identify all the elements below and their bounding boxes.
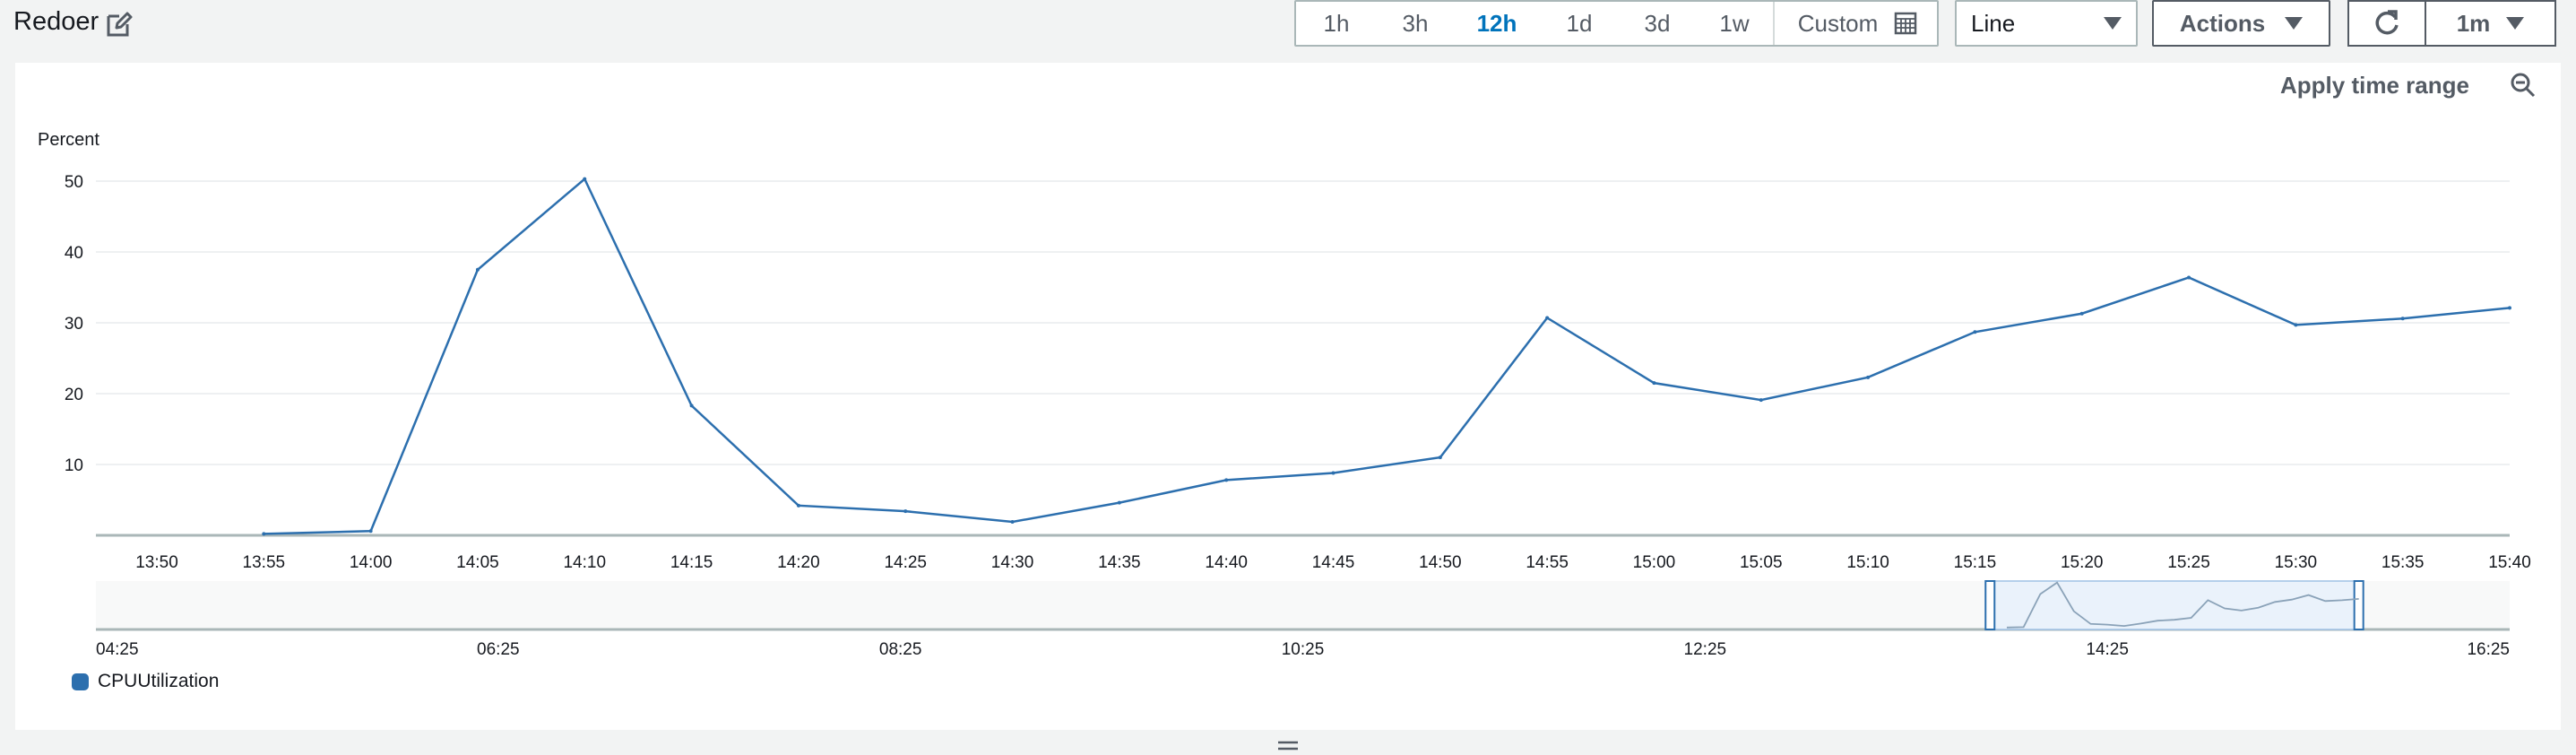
x-tick-label: 15:30 — [2275, 553, 2318, 572]
data-point[interactable] — [1759, 398, 1763, 403]
data-point[interactable] — [2079, 311, 2084, 316]
x-tick-label: 15:15 — [1954, 553, 1997, 572]
data-point[interactable] — [689, 404, 694, 408]
y-tick-label: 30 — [65, 315, 83, 334]
x-tick-label: 14:35 — [1098, 553, 1141, 572]
overview-tick-label: 08:25 — [879, 640, 922, 659]
x-tick-label: 14:50 — [1419, 553, 1462, 572]
data-point[interactable] — [1866, 375, 1871, 379]
data-point[interactable] — [1652, 381, 1656, 386]
data-point[interactable] — [903, 509, 908, 514]
x-tick-label: 15:10 — [1846, 553, 1889, 572]
overview-tick-label: 12:25 — [1684, 640, 1727, 659]
x-tick-label: 13:50 — [135, 553, 178, 572]
x-tick-label: 14:40 — [1205, 553, 1248, 572]
x-tick-label: 15:00 — [1633, 553, 1676, 572]
x-tick-label: 14:30 — [991, 553, 1034, 572]
legend-swatch — [72, 673, 89, 690]
cpu-utilization-chart: Percent 10 20 30 40 50 13:50 13:55 14:00 14:05 1… — [38, 130, 2531, 659]
data-point[interactable] — [1117, 500, 1121, 505]
overview-left-handle[interactable] — [1984, 580, 1996, 630]
x-tick-label: 13:55 — [243, 553, 286, 572]
data-point[interactable] — [368, 529, 373, 534]
data-point[interactable] — [2294, 323, 2298, 327]
overview-tick-label: 14:25 — [2086, 640, 2129, 659]
legend-label: CPUUtilization — [98, 671, 220, 691]
x-tick-label: 15:35 — [2382, 553, 2425, 572]
y-tick-label: 10 — [65, 456, 83, 475]
x-tick-label: 14:15 — [670, 553, 713, 572]
x-tick-label: 14:45 — [1312, 553, 1355, 572]
data-point[interactable] — [2508, 306, 2511, 310]
x-tick-label: 15:20 — [2061, 553, 2104, 572]
data-point[interactable] — [1224, 478, 1229, 482]
x-tick-label: 14:55 — [1526, 553, 1569, 572]
y-tick-label: 50 — [65, 173, 83, 192]
data-point[interactable] — [1010, 519, 1015, 524]
overview-tick-label: 10:25 — [1282, 640, 1325, 659]
data-point[interactable] — [2400, 317, 2405, 321]
y-tick-label: 20 — [65, 386, 83, 404]
x-tick-label: 14:20 — [777, 553, 820, 572]
data-point[interactable] — [1331, 471, 1336, 475]
data-point[interactable] — [1438, 456, 1442, 460]
x-tick-label: 15:05 — [1740, 553, 1783, 572]
x-tick-label: 14:00 — [350, 553, 393, 572]
data-point[interactable] — [1973, 330, 1977, 334]
resize-handle-icon[interactable] — [1278, 741, 1298, 751]
x-tick-label: 14:10 — [563, 553, 606, 572]
y-tick-label: 40 — [65, 244, 83, 263]
x-tick-label: 14:05 — [456, 553, 499, 572]
data-point[interactable] — [262, 532, 266, 536]
data-point[interactable] — [2187, 275, 2191, 280]
x-tick-label: 15:25 — [2167, 553, 2210, 572]
overview-right-handle[interactable] — [2353, 580, 2364, 630]
overview-tick-label: 06:25 — [477, 640, 520, 659]
data-point[interactable] — [583, 177, 587, 181]
overview-selection[interactable] — [1989, 580, 2360, 630]
x-tick-label: 14:25 — [884, 553, 927, 572]
y-axis-label: Percent — [38, 130, 99, 150]
cpu-utilization-series-line — [264, 177, 2511, 535]
overview-tick-label: 16:25 — [2467, 640, 2510, 659]
chart-legend: CPUUtilization — [72, 671, 219, 692]
data-point[interactable] — [796, 503, 800, 508]
data-point[interactable] — [1545, 316, 1550, 320]
overview-tick-label: 04:25 — [96, 640, 139, 659]
data-point[interactable] — [475, 267, 480, 272]
x-tick-label: 15:40 — [2488, 553, 2531, 572]
